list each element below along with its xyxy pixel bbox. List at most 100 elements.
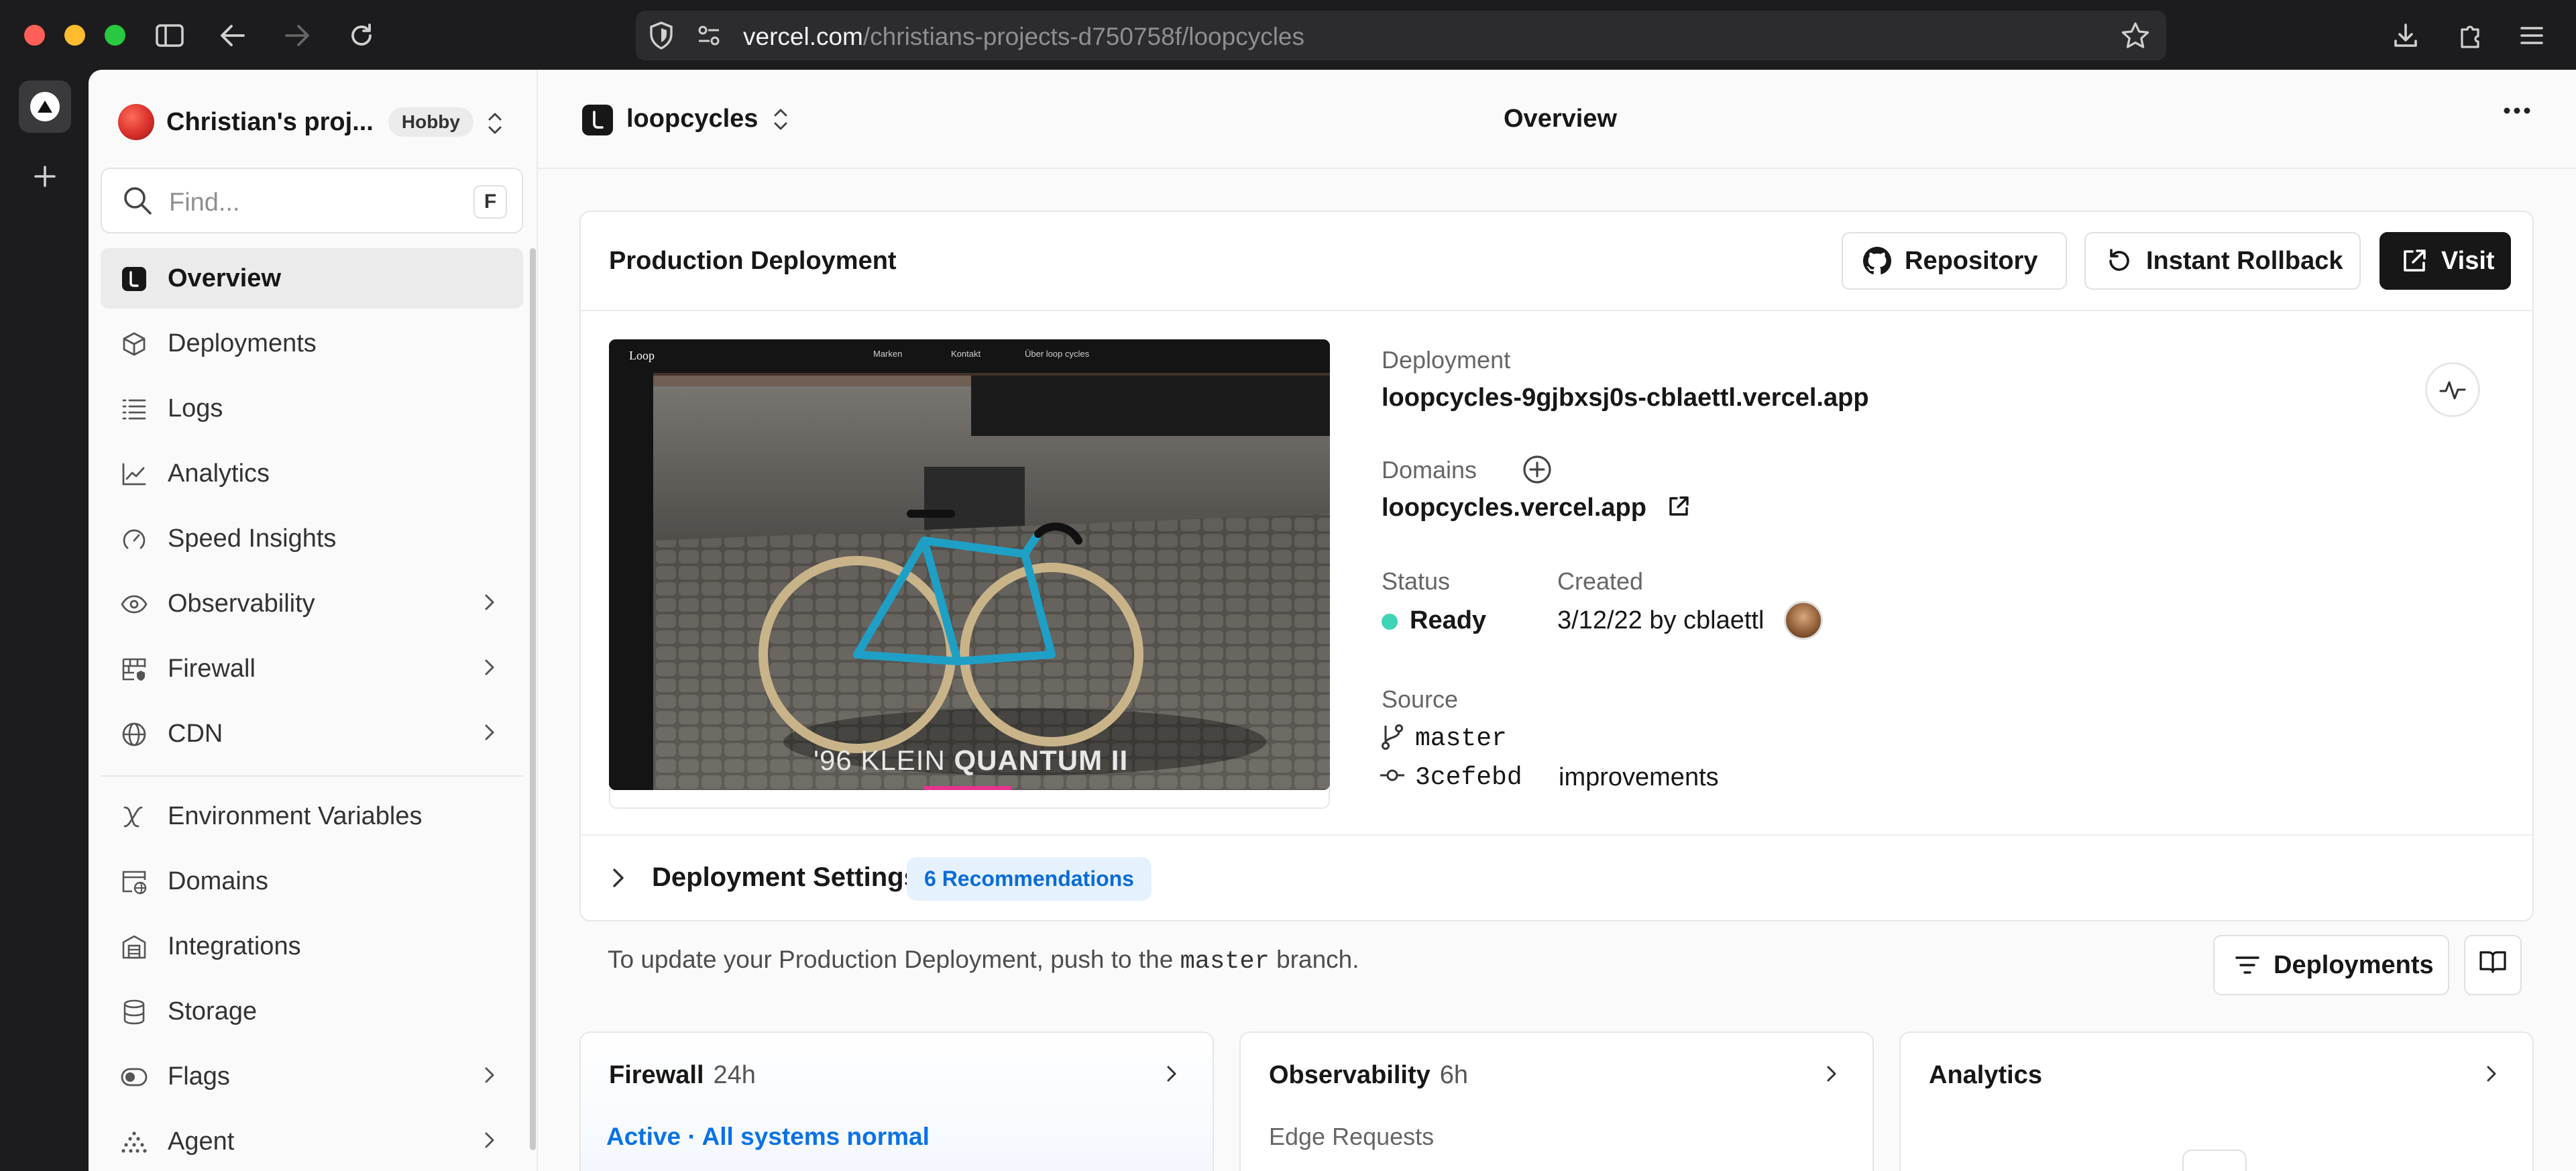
sidebar-item-environment-variables[interactable]: Environment Variables bbox=[101, 786, 523, 846]
search-icon bbox=[122, 185, 153, 219]
sidebar-item-overview[interactable]: Overview bbox=[101, 248, 523, 309]
bookmark-star-icon[interactable] bbox=[2121, 21, 2150, 53]
visit-button[interactable]: Visit bbox=[2379, 232, 2511, 290]
sidebar-item-flags[interactable]: Flags bbox=[101, 1046, 523, 1107]
globe-icon bbox=[121, 721, 148, 748]
extensions-icon[interactable] bbox=[2453, 19, 2487, 52]
observability-card-title: Observability 6h bbox=[1269, 1061, 1469, 1089]
sidebar-item-deployments[interactable]: Deployments bbox=[101, 313, 523, 374]
sidebar-item-label: Integrations bbox=[168, 932, 301, 960]
project-header: loopcycles Overview bbox=[538, 70, 2576, 169]
reload-icon[interactable] bbox=[345, 19, 378, 52]
sidebar-item-logs[interactable]: Logs bbox=[101, 378, 523, 439]
sidebar-item-agent[interactable]: Agent bbox=[101, 1111, 523, 1171]
forward-arrow-icon[interactable] bbox=[280, 19, 314, 52]
instant-rollback-label: Instant Rollback bbox=[2146, 246, 2343, 275]
sidebar-scrollbar[interactable] bbox=[530, 248, 536, 1150]
firewall-icon bbox=[121, 656, 148, 683]
analytics-enable-button[interactable] bbox=[2182, 1150, 2247, 1171]
external-link-icon[interactable] bbox=[1667, 495, 1690, 521]
sidebar-item-cdn[interactable]: CDN bbox=[101, 704, 523, 764]
address-bar[interactable]: vercel.com/christians-projects-d750758f/… bbox=[636, 11, 2166, 60]
downloads-icon[interactable] bbox=[2389, 19, 2422, 52]
update-instructions: To update your Production Deployment, pu… bbox=[608, 946, 1359, 976]
sidebar-item-speed-insights[interactable]: Speed Insights bbox=[101, 508, 523, 569]
recommendations-badge[interactable]: 6 Recommendations bbox=[907, 857, 1152, 901]
status-value: Ready bbox=[1410, 606, 1487, 634]
domains-label: Domains bbox=[1382, 456, 1477, 484]
deployments-button[interactable]: Deployments bbox=[2213, 935, 2449, 995]
minimize-window-button[interactable] bbox=[64, 25, 85, 46]
team-switcher[interactable]: Christian's proj... Hobby bbox=[118, 102, 473, 142]
book-icon bbox=[2479, 950, 2507, 981]
add-workspace-icon[interactable] bbox=[25, 157, 64, 196]
sidebar-item-label: Analytics bbox=[168, 459, 270, 488]
sidebar-item-label: Storage bbox=[168, 997, 258, 1025]
firewall-status: Active · All systems normal bbox=[606, 1123, 930, 1150]
chevron-right-icon bbox=[2485, 1064, 2498, 1087]
production-deployment-title: Production Deployment bbox=[609, 247, 897, 275]
analytics-card-title: Analytics bbox=[1929, 1061, 2042, 1089]
chevron-right-icon bbox=[1166, 1064, 1178, 1087]
plan-badge: Hobby bbox=[388, 107, 473, 137]
avatar[interactable] bbox=[1784, 601, 1823, 640]
sidebar-item-label: Observability bbox=[168, 590, 315, 618]
back-arrow-icon[interactable] bbox=[216, 19, 249, 52]
close-window-button[interactable] bbox=[24, 25, 45, 46]
source-label: Source bbox=[1382, 685, 1459, 713]
preview-nav-item: Marken bbox=[873, 349, 903, 359]
docs-button[interactable] bbox=[2464, 935, 2522, 995]
sidebar-item-observability[interactable]: Observability bbox=[101, 573, 523, 634]
variables-icon bbox=[121, 803, 148, 830]
sidebar-item-integrations[interactable]: Integrations bbox=[101, 916, 523, 977]
activity-pulse-icon[interactable] bbox=[2425, 362, 2480, 417]
firewall-card[interactable]: Firewall 24h Active · All systems normal bbox=[579, 1031, 1214, 1171]
instant-rollback-button[interactable]: Instant Rollback bbox=[2084, 232, 2361, 290]
domain-icon bbox=[121, 869, 148, 895]
analytics-card[interactable]: Analytics bbox=[1899, 1031, 2534, 1171]
deployment-preview-image[interactable]: Loop Marken Kontakt Über loop cycles '96… bbox=[609, 339, 1330, 790]
project-switcher-chevrons-icon[interactable] bbox=[769, 103, 793, 135]
site-settings-icon[interactable] bbox=[696, 23, 722, 51]
chevron-right-icon bbox=[483, 722, 496, 746]
maximize-window-button[interactable] bbox=[105, 25, 125, 46]
browser-toolbar: vercel.com/christians-projects-d750758f/… bbox=[0, 0, 2576, 70]
sidebar-item-label: Domains bbox=[168, 867, 268, 895]
toggle-icon bbox=[121, 1064, 148, 1091]
menu-icon[interactable] bbox=[2515, 19, 2549, 52]
sidebar-item-firewall[interactable]: Firewall bbox=[101, 638, 523, 699]
repository-button[interactable]: Repository bbox=[1842, 232, 2067, 290]
sidebar-item-domains[interactable]: Domains bbox=[101, 851, 523, 911]
shield-icon[interactable] bbox=[648, 21, 675, 54]
commit-hash[interactable]: 3cefebd bbox=[1415, 763, 1522, 792]
team-switcher-chevrons-icon[interactable] bbox=[483, 107, 507, 140]
more-options-icon[interactable] bbox=[2503, 106, 2531, 118]
github-icon bbox=[1863, 247, 1891, 275]
chevron-right-icon bbox=[483, 657, 496, 681]
sidebar-item-storage[interactable]: Storage bbox=[101, 981, 523, 1042]
preview-logo-text: Loop bbox=[629, 349, 655, 362]
chevron-right-icon bbox=[483, 1130, 496, 1154]
status-label: Status bbox=[1382, 567, 1451, 595]
sidebar-item-label: Deployments bbox=[168, 329, 317, 357]
observability-card[interactable]: Observability 6h Edge Requests bbox=[1239, 1031, 1874, 1171]
domain-link[interactable]: loopcycles.vercel.app bbox=[1382, 494, 1646, 522]
preview-nav-item: Kontakt bbox=[951, 349, 981, 359]
project-switcher[interactable]: loopcycles bbox=[626, 105, 758, 133]
external-link-icon bbox=[2401, 247, 2428, 274]
sidebar: Christian's proj... Hobby Find... F Over… bbox=[89, 70, 538, 1171]
team-name: Christian's proj... bbox=[166, 107, 374, 136]
add-domain-icon[interactable] bbox=[1522, 455, 1552, 488]
eye-icon bbox=[121, 591, 148, 618]
vercel-logo-icon[interactable] bbox=[19, 80, 71, 133]
chevron-right-icon bbox=[1826, 1064, 1838, 1087]
project-logo-icon bbox=[582, 105, 613, 135]
find-input[interactable]: Find... F bbox=[101, 168, 523, 233]
deployment-settings-row[interactable]: Deployment Settings 6 Recommendations bbox=[581, 836, 2532, 920]
sidebar-divider bbox=[101, 775, 523, 777]
sidebar-item-analytics[interactable]: Analytics bbox=[101, 443, 523, 504]
deployment-url-link[interactable]: loopcycles-9gjbxsj0s-cblaettl.vercel.app bbox=[1382, 384, 1869, 412]
branch-name[interactable]: master bbox=[1415, 724, 1507, 753]
find-shortcut-key: F bbox=[473, 185, 507, 219]
sidebar-toggle-icon[interactable] bbox=[153, 19, 186, 52]
